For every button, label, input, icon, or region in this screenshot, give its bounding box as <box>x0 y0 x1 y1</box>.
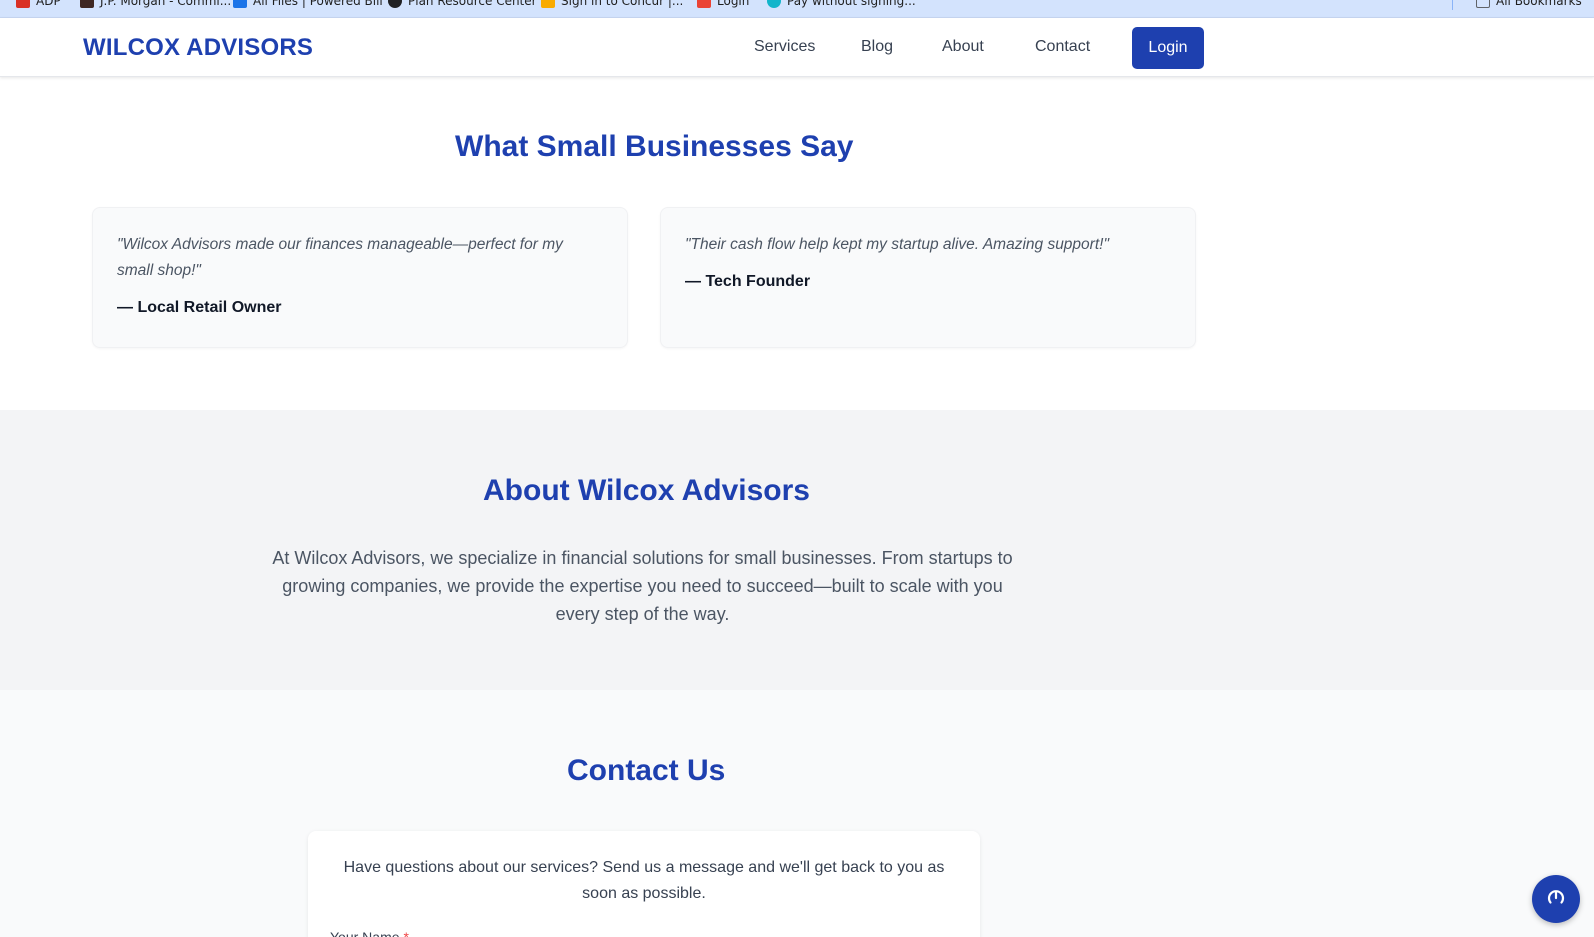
adp-favicon-icon <box>16 0 30 8</box>
folder-icon <box>1476 0 1490 8</box>
bookmark-adp[interactable]: ADP <box>16 0 61 9</box>
bookmark-plan-resource[interactable]: Plan Resource Center <box>388 0 537 9</box>
chat-refresh-icon <box>1547 890 1565 904</box>
bookmark-login[interactable]: Login <box>697 0 749 9</box>
bookmark-all-bookmarks[interactable]: All Bookmarks <box>1476 0 1582 9</box>
site-header: WILCOX ADVISORS Services Blog About Cont… <box>0 18 1594 77</box>
jpmorgan-favicon-icon <box>80 0 94 8</box>
plan-favicon-icon <box>388 0 402 8</box>
required-asterisk: * <box>403 929 409 937</box>
nav-about[interactable]: About <box>942 38 984 56</box>
testimonial-quote: "Their cash flow help kept my startup al… <box>685 236 1109 253</box>
bill-favicon-icon <box>233 0 247 8</box>
nav-contact[interactable]: Contact <box>1035 38 1090 56</box>
contact-title: Contact Us <box>567 754 726 787</box>
testimonial-author: — Tech Founder <box>685 273 811 290</box>
name-field-label: Your Name * <box>330 929 409 937</box>
brand-logo[interactable]: WILCOX ADVISORS <box>83 34 313 62</box>
concur-favicon-icon <box>541 0 555 8</box>
testimonial-author: — Local Retail Owner <box>117 299 282 316</box>
bookmark-jpmorgan[interactable]: J.P. Morgan - Commi... <box>80 0 231 9</box>
bookmark-concur[interactable]: Sign in to Concur |... <box>541 0 683 9</box>
login-favicon-icon <box>697 0 711 8</box>
login-button[interactable]: Login <box>1132 27 1204 69</box>
contact-intro: Have questions about our services? Send … <box>343 859 945 902</box>
floating-chat-button[interactable] <box>1532 875 1580 923</box>
testimonial-card: "Wilcox Advisors made our finances manag… <box>92 207 628 348</box>
testimonial-card: "Their cash flow help kept my startup al… <box>660 207 1196 348</box>
testimonials-title: What Small Businesses Say <box>455 130 854 163</box>
testimonial-quote: "Wilcox Advisors made our finances manag… <box>117 236 563 279</box>
nav-services[interactable]: Services <box>754 38 815 56</box>
bookmark-pay[interactable]: Pay without signing... <box>767 0 916 9</box>
bookmarks-bar: ADP J.P. Morgan - Commi... All Files | P… <box>0 0 1594 18</box>
bookmarks-divider <box>1452 0 1453 10</box>
about-title: About Wilcox Advisors <box>483 474 810 507</box>
nav-blog[interactable]: Blog <box>861 38 893 56</box>
pay-favicon-icon <box>767 0 781 8</box>
about-description: At Wilcox Advisors, we specialize in fin… <box>272 548 1013 624</box>
bookmark-bill[interactable]: All Files | Powered Bill <box>233 0 383 9</box>
